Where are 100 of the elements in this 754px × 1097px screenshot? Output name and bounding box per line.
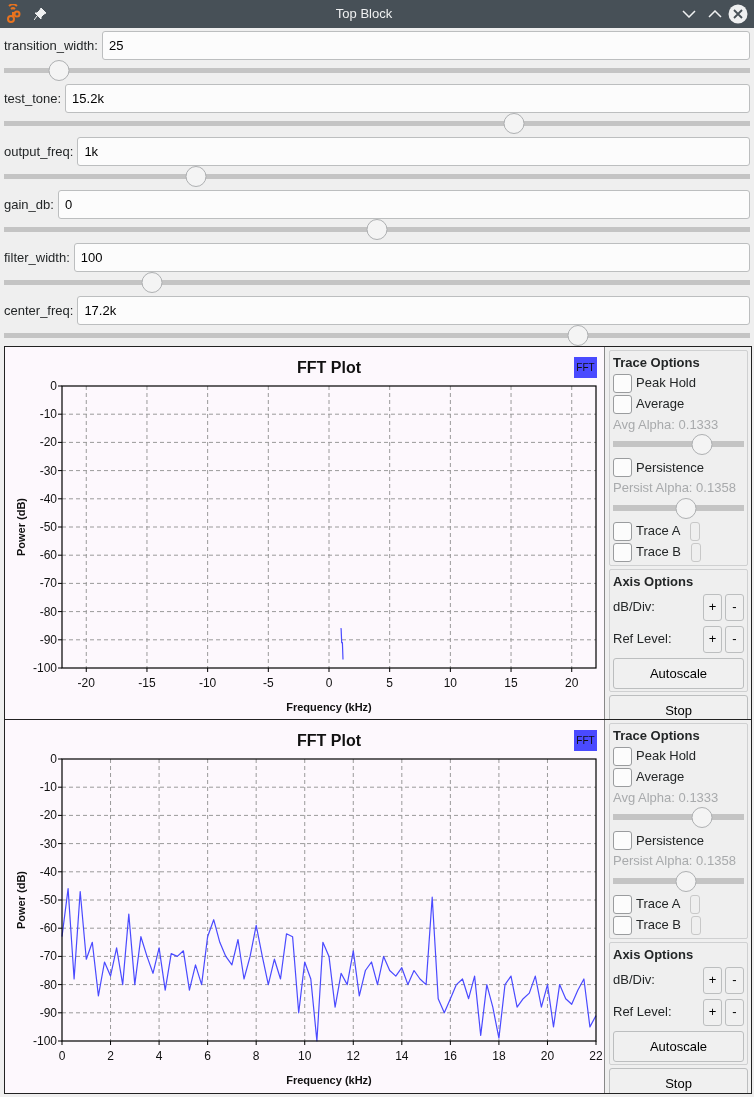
text-field[interactable]: 25	[101, 31, 750, 60]
tick-label: -50	[39, 520, 57, 534]
checkbox[interactable]	[613, 394, 632, 414]
tick-label: -100	[32, 661, 57, 675]
field-label: transition_width:	[4, 36, 98, 55]
checkbox[interactable]	[613, 746, 632, 766]
text-field[interactable]: 17.2k	[77, 296, 750, 325]
tick-label: -80	[39, 604, 57, 619]
tick-label: 12	[346, 1049, 360, 1063]
plus-button[interactable]: +	[703, 593, 722, 621]
axis-label: dB/Div:	[613, 598, 656, 617]
slider-thumb[interactable]	[185, 166, 207, 187]
slider-thumb[interactable]	[366, 219, 388, 240]
plus-button[interactable]: +	[703, 625, 722, 653]
text-field[interactable]: 0	[57, 190, 750, 219]
checkbox-label[interactable]: Trace A	[636, 521, 681, 541]
tick-label: -10	[198, 676, 217, 690]
minimize-icon[interactable]	[682, 10, 696, 18]
tick-label: -30	[39, 463, 57, 478]
color-button[interactable]	[690, 894, 701, 914]
tick-label: -40	[39, 864, 57, 879]
group-title: Axis Options	[613, 572, 695, 591]
field-label: gain_db:	[4, 195, 54, 214]
slider-thumb[interactable]	[691, 434, 713, 455]
checkbox[interactable]	[613, 542, 632, 562]
y-axis-label: Power (dB)	[15, 497, 27, 557]
checkbox[interactable]	[613, 373, 632, 393]
text-field[interactable]: 1k	[77, 137, 750, 166]
checkbox[interactable]	[613, 521, 632, 541]
tick-label: 5	[386, 676, 394, 690]
plus-button[interactable]: +	[703, 998, 722, 1026]
checkbox-label[interactable]: Average	[636, 394, 685, 414]
slider-thumb[interactable]	[141, 272, 163, 293]
chart-title: FFT Plot	[297, 732, 361, 749]
pin-icon[interactable]	[34, 8, 46, 20]
tick-label: 16	[443, 1049, 458, 1063]
tick-label: -60	[39, 921, 57, 936]
checkbox[interactable]	[613, 767, 632, 787]
group-title: Trace Options	[613, 354, 701, 372]
tick-label: 10	[298, 1049, 312, 1063]
autoscale-button[interactable]: Autoscale	[613, 658, 744, 689]
checkbox[interactable]	[613, 915, 632, 935]
text-field[interactable]: 15.2k	[65, 84, 750, 113]
tick-label: -20	[77, 676, 95, 690]
tick-label: 0	[50, 752, 57, 766]
chart-title: FFT Plot	[297, 359, 361, 376]
checkbox[interactable]	[613, 458, 632, 477]
group-title: Trace Options	[613, 727, 701, 745]
checkbox-label[interactable]: Trace A	[636, 894, 681, 914]
plus-button[interactable]: +	[703, 966, 722, 994]
tick-label: -50	[39, 893, 57, 907]
stop-button[interactable]: Stop	[609, 695, 748, 719]
stop-button[interactable]: Stop	[609, 1068, 748, 1093]
checkbox-label[interactable]: Persistence	[636, 830, 704, 851]
slider-thumb[interactable]	[691, 807, 713, 828]
autoscale-button[interactable]: Autoscale	[613, 1031, 744, 1062]
tick-label: 22	[589, 1049, 603, 1063]
group-title: Axis Options	[613, 945, 695, 964]
tick-label: -100	[32, 1034, 57, 1048]
checkbox-label[interactable]: Trace B	[636, 542, 682, 562]
slider-thumb[interactable]	[567, 325, 589, 346]
slider-thumb[interactable]	[675, 870, 697, 892]
slider-thumb[interactable]	[48, 60, 70, 81]
tick-label: -20	[39, 435, 57, 450]
tick-label: 0	[325, 676, 333, 690]
slider-thumb[interactable]	[675, 497, 697, 519]
close-icon[interactable]	[728, 4, 748, 24]
checkbox-label[interactable]: Trace B	[636, 915, 682, 935]
tick-label: 18	[492, 1049, 506, 1063]
tick-label: 14	[395, 1049, 409, 1063]
axis-label: Ref Level:	[613, 1003, 673, 1022]
tick-label: -5	[263, 676, 274, 690]
minus-button[interactable]: -	[725, 625, 744, 653]
x-axis-label: Frequency (kHz)	[286, 701, 372, 713]
tick-label: 20	[565, 676, 579, 690]
slider-thumb[interactable]	[503, 113, 525, 134]
minus-button[interactable]: -	[725, 593, 744, 621]
checkbox-label[interactable]: Peak Hold	[636, 746, 696, 766]
text-field[interactable]: 100	[73, 243, 750, 272]
checkbox-label[interactable]: Persistence	[636, 457, 704, 478]
checkbox-label[interactable]: Peak Hold	[636, 373, 696, 393]
spectrum-line	[339, 627, 344, 661]
tick-label: -90	[39, 632, 57, 647]
color-button[interactable]	[691, 915, 702, 935]
tick-label: -20	[39, 808, 57, 823]
checkbox[interactable]	[613, 831, 632, 850]
tick-label: -60	[39, 548, 57, 563]
slider-label: Avg Alpha: 0.1333	[613, 788, 720, 807]
tick-label: 4	[155, 1049, 163, 1063]
tick-label: 15	[504, 676, 518, 690]
minus-button[interactable]: -	[725, 966, 744, 994]
color-button[interactable]	[691, 542, 702, 562]
checkbox[interactable]	[613, 894, 632, 914]
maximize-icon[interactable]	[708, 10, 722, 18]
color-button[interactable]	[690, 521, 701, 541]
slider-label: Avg Alpha: 0.1333	[613, 415, 720, 434]
checkbox-label[interactable]: Average	[636, 767, 685, 787]
minus-button[interactable]: -	[725, 998, 744, 1026]
tick-label: -80	[39, 977, 57, 992]
tick-label: 2	[107, 1049, 114, 1063]
